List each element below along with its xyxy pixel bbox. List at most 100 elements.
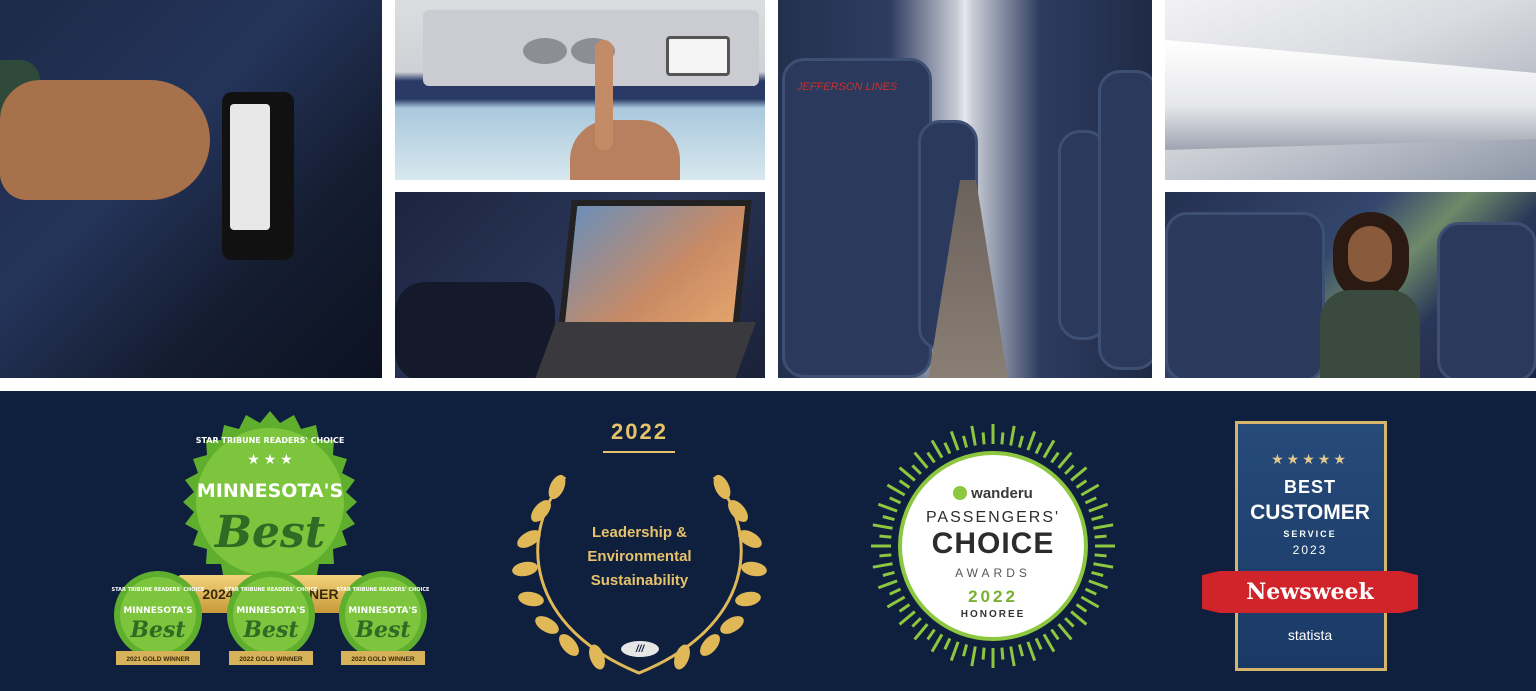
award-line-2: CUSTOMER: [1250, 501, 1370, 524]
ray: [1034, 442, 1043, 455]
headrest-brand: JEFFERSON LINES: [797, 81, 898, 93]
ray: [930, 439, 944, 459]
photo-usb-outlet: [0, 0, 382, 378]
leadership-sustainability-award: 2022 Leadership & Environmental Sustaina…: [507, 417, 772, 679]
ray: [913, 623, 929, 641]
svg-text:MINNESOTA'S: MINNESOTA'S: [348, 606, 417, 616]
award-line-2: Environmental: [587, 548, 692, 565]
ray: [1017, 435, 1024, 448]
ray: [949, 641, 960, 662]
star-rating-icon: ★★★★★: [1271, 451, 1349, 467]
ray: [930, 633, 944, 653]
award-line-3: SERVICE: [1283, 529, 1337, 539]
ray: [981, 432, 986, 445]
ray: [1034, 637, 1043, 650]
ray: [1009, 425, 1016, 446]
ray: [1050, 628, 1060, 641]
starburst-badge-icon: STAR TRIBUNE READERS' CHOICE MINNESOTA'S…: [225, 571, 318, 665]
overhead-bin: [1165, 40, 1536, 150]
photo-overhead-controls: [395, 0, 765, 180]
pointing-finger: [595, 40, 613, 150]
ray: [1026, 641, 1037, 662]
minnesota-best-award: STAR TRIBUNE READERS' CHOICE ★ ★ ★ MINNE…: [108, 409, 433, 677]
starburst-badge-icon: STAR TRIBUNE READERS' CHOICE MINNESOTA'S…: [112, 571, 205, 665]
statista-logo: statista: [1287, 627, 1333, 643]
ray: [1070, 466, 1088, 482]
svg-text:Best: Best: [242, 617, 298, 643]
ray: [1050, 451, 1060, 464]
ray: [1000, 432, 1005, 445]
ray: [1057, 451, 1073, 469]
award-best: Best: [213, 507, 325, 558]
ray: [911, 464, 922, 475]
wanderu-brand: wanderu: [868, 485, 1118, 502]
award-year: 2023: [1292, 543, 1328, 557]
photo-relaxing-passenger: [1165, 192, 1536, 378]
air-vent-icon: [523, 38, 567, 64]
ray: [1064, 464, 1075, 475]
photo-bus-aisle: JEFFERSON LINES: [778, 0, 1152, 378]
award-line-2: CHOICE: [931, 527, 1055, 560]
award-line-1: BEST: [1283, 477, 1336, 497]
arm: [395, 282, 555, 378]
seat: JEFFERSON LINES: [782, 58, 932, 378]
seat: [1165, 212, 1325, 378]
svg-text:MINNESOTA'S: MINNESOTA'S: [123, 606, 192, 616]
keyboard: [534, 322, 756, 378]
ray: [1042, 633, 1056, 653]
wanderu-passengers-choice-award: wanderu PASSENGERS' CHOICE AWARDS 2022 H…: [868, 421, 1118, 671]
svg-text:STAR TRIBUNE READERS' CHOICE: STAR TRIBUNE READERS' CHOICE: [225, 587, 318, 593]
newsweek-logo: Newsweek: [1202, 571, 1418, 613]
ray: [926, 451, 936, 464]
starburst-badge-icon: STAR TRIBUNE READERS' CHOICE MINNESOTA'S…: [337, 571, 430, 665]
award-line-1: PASSENGERS': [925, 509, 1061, 526]
ray: [1009, 646, 1016, 667]
award-year: 2022: [968, 587, 1018, 606]
seat: [1437, 222, 1536, 378]
ray: [970, 425, 977, 446]
ray: [970, 646, 977, 667]
newsweek-best-customer-service-award: ★★★★★ BEST CUSTOMER SERVICE 2023 Newswee…: [1202, 421, 1418, 671]
ray: [943, 637, 952, 650]
ray: [1026, 430, 1037, 451]
award-title: MINNESOTA'S: [197, 480, 343, 502]
svg-text:Best: Best: [354, 617, 410, 643]
overhead-panel: [423, 10, 759, 86]
winner-year-label: 2023 GOLD WINNER: [351, 656, 415, 663]
ray: [943, 442, 952, 455]
award-line-3: AWARDS: [955, 566, 1031, 580]
winner-year-label: 2021 GOLD WINNER: [126, 656, 190, 663]
ray: [913, 451, 929, 469]
ray: [1057, 623, 1073, 641]
power-outlet-icon: [222, 92, 294, 260]
svg-text:Best: Best: [129, 617, 185, 643]
wanderu-logo-icon: [953, 486, 968, 500]
photo-overhead-bins: [1165, 0, 1536, 180]
ray: [926, 628, 936, 641]
hand: [0, 80, 210, 200]
svg-text:STAR TRIBUNE READERS' CHOICE: STAR TRIBUNE READERS' CHOICE: [112, 587, 205, 593]
organization-logo-icon: ///: [621, 641, 659, 657]
ray: [898, 466, 916, 482]
ray: [1000, 647, 1005, 660]
ray: [962, 644, 969, 657]
ray: [949, 430, 960, 451]
ray: [1017, 644, 1024, 657]
award-line-1: Leadership &: [591, 524, 688, 541]
laptop-icon: [558, 200, 752, 330]
award-year: 2022: [611, 419, 668, 444]
seat: [1098, 70, 1152, 370]
ray: [962, 435, 969, 448]
honoree-label: HONOREE: [960, 609, 1026, 620]
award-line-3: Sustainability: [590, 572, 689, 589]
svg-text:MINNESOTA'S: MINNESOTA'S: [236, 606, 305, 616]
svg-text:STAR TRIBUNE READERS' CHOICE: STAR TRIBUNE READERS' CHOICE: [337, 587, 430, 593]
ray: [981, 647, 986, 660]
ray: [1042, 439, 1056, 459]
reading-light-icon: [666, 36, 730, 76]
arc-text: STAR TRIBUNE READERS' CHOICE: [196, 436, 345, 445]
hand: [570, 120, 680, 180]
winner-year-label: 2022 GOLD WINNER: [239, 656, 303, 663]
photo-laptop-wifi: [395, 192, 765, 378]
svg-text:★ ★ ★: ★ ★ ★: [247, 451, 292, 467]
